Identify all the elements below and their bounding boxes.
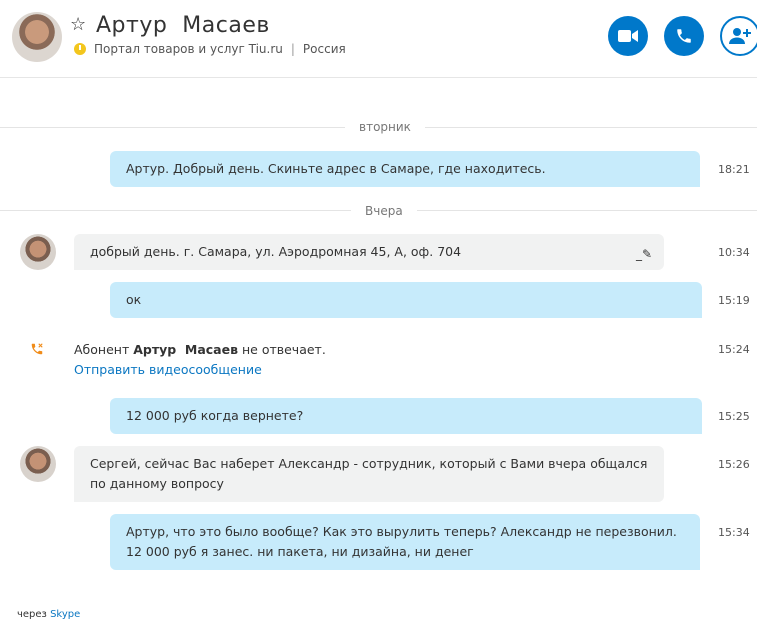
- footer-via-skype: через Skype: [17, 609, 80, 620]
- favorite-star-icon[interactable]: ☆: [70, 14, 86, 35]
- subline-separator: |: [290, 42, 295, 56]
- message-bubble-outgoing[interactable]: ок: [110, 282, 702, 318]
- send-video-message-link[interactable]: Отправить видеосообщение: [74, 360, 326, 380]
- contact-avatar[interactable]: [12, 12, 62, 62]
- missed-call-notice: Абонент Артур Масаев не отвечает. Отправ…: [74, 340, 326, 380]
- day-label-yesterday: Вчера: [351, 204, 417, 218]
- sender-avatar[interactable]: [20, 234, 56, 270]
- contact-subline: Портал товаров и услуг Tiu.ru | Россия: [74, 42, 346, 56]
- voice-call-button[interactable]: [664, 16, 704, 56]
- missed-call-name: Артур Масаев: [133, 342, 238, 357]
- phone-icon: [677, 29, 691, 43]
- add-contact-button[interactable]: [720, 16, 757, 56]
- skype-link[interactable]: Skype: [50, 609, 80, 620]
- missed-call-prefix: Абонент: [74, 342, 130, 357]
- message-time: 15:26: [718, 458, 750, 471]
- conversation-header: ☆ Артур Масаев Портал товаров и услуг Ti…: [0, 0, 757, 78]
- video-camera-icon: [618, 30, 638, 42]
- contact-location: Россия: [302, 42, 346, 56]
- message-time: 18:21: [718, 163, 750, 176]
- message-time: 10:34: [718, 246, 750, 259]
- message-time: 15:25: [718, 410, 750, 423]
- message-bubble-incoming[interactable]: Сергей, сейчас Вас наберет Александр - с…: [74, 446, 664, 502]
- sender-avatar[interactable]: [20, 446, 56, 482]
- video-call-button[interactable]: [608, 16, 648, 56]
- missed-call-suffix: не отвечает.: [241, 342, 326, 357]
- missed-call-time: 15:24: [718, 343, 750, 356]
- message-time: 15:34: [718, 526, 750, 539]
- message-bubble-outgoing[interactable]: Артур, что это было вообще? Как это выру…: [110, 514, 700, 570]
- message-bubble-incoming[interactable]: добрый день. г. Самара, ул. Аэродромная …: [74, 234, 664, 270]
- contact-name[interactable]: Артур Масаев: [96, 13, 270, 38]
- contact-mood-message: Портал товаров и услуг Tiu.ru: [94, 42, 283, 56]
- message-time: 15:19: [718, 294, 750, 307]
- edited-pencil-icon: _✎: [635, 247, 652, 261]
- day-label-tuesday: вторник: [345, 120, 425, 134]
- message-bubble-outgoing[interactable]: Артур. Добрый день. Скиньте адрес в Сама…: [110, 151, 700, 187]
- add-person-icon: [729, 28, 751, 44]
- missed-call-phone-icon: [31, 343, 43, 355]
- message-text: добрый день. г. Самара, ул. Аэродромная …: [90, 244, 462, 259]
- status-clock-icon: [74, 43, 86, 55]
- message-bubble-outgoing[interactable]: 12 000 руб когда вернете?: [110, 398, 702, 434]
- footer-via: через: [17, 609, 47, 620]
